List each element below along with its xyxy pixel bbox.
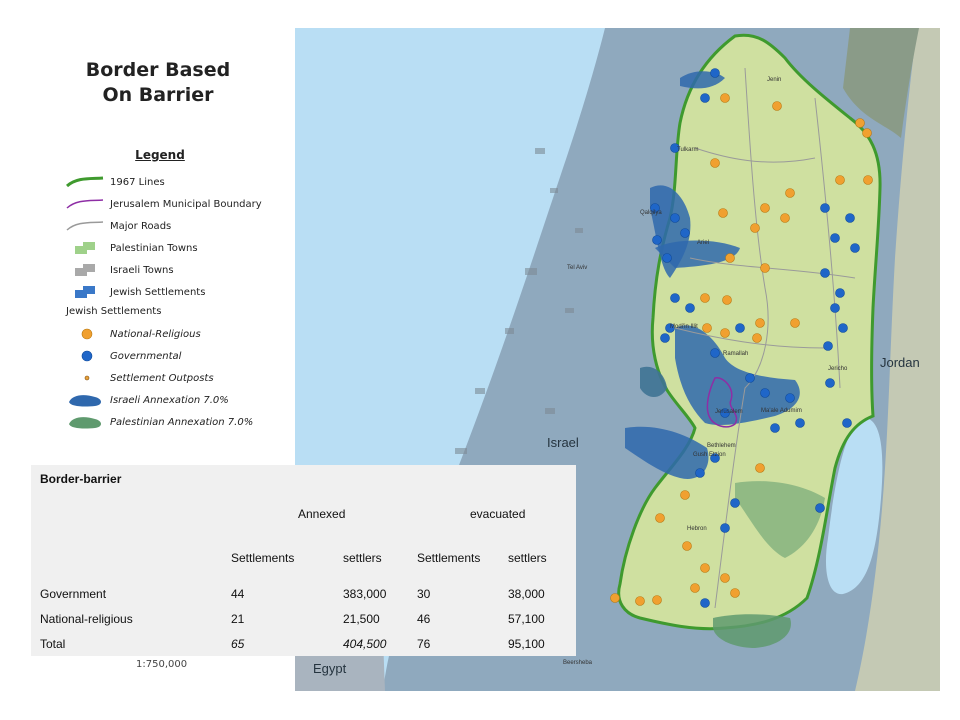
legend-item-israeli-towns: Israeli Towns bbox=[64, 262, 174, 278]
outpost-dot-icon bbox=[64, 370, 106, 386]
label-jenin: Jenin bbox=[767, 77, 781, 83]
table-cell: 38,000 bbox=[508, 587, 545, 601]
table-cell: 57,100 bbox=[508, 612, 545, 626]
label-tel-aviv: Tel Aviv bbox=[567, 265, 587, 271]
label-ramallah: Ramallah bbox=[723, 351, 748, 357]
palestinian-towns-swatch bbox=[64, 240, 106, 256]
table-cell: 95,100 bbox=[508, 637, 545, 651]
label-beersheba: Beersheba bbox=[563, 660, 593, 666]
green-line-swatch bbox=[64, 174, 106, 190]
palestinian-annexation-swatch bbox=[64, 414, 106, 430]
border-barrier-table: Border-barrier Annexed evacuated Settlem… bbox=[31, 465, 576, 656]
table-cell: 44 bbox=[231, 587, 245, 601]
israeli-towns-swatch bbox=[64, 262, 106, 278]
legend-item-palestinian-annexation: Palestinian Annexation 7.0% bbox=[64, 414, 253, 430]
legend-item-jerusalem-boundary: Jerusalem Municipal Boundary bbox=[64, 196, 262, 212]
legend-label: Jerusalem Municipal Boundary bbox=[110, 198, 262, 210]
legend-item-jewish-settlements: Jewish Settlements bbox=[64, 284, 205, 300]
legend-item-1967-lines: 1967 Lines bbox=[64, 174, 165, 190]
legend-item-outposts: Settlement Outposts bbox=[64, 370, 214, 386]
legend-item-israeli-annexation: Israeli Annexation 7.0% bbox=[64, 392, 229, 408]
legend-subheading: Jewish Settlements bbox=[66, 306, 162, 317]
label-qalqilya: Qalqilya bbox=[640, 210, 662, 216]
table-col-header: settlers bbox=[508, 551, 547, 565]
label-israel: Israel bbox=[547, 435, 579, 450]
label-ariel: Ariel bbox=[697, 240, 709, 246]
table-row-label: Total bbox=[40, 637, 66, 651]
israeli-annexation-swatch bbox=[64, 392, 106, 408]
legend-item-major-roads: Major Roads bbox=[64, 218, 171, 234]
legend-heading: Legend bbox=[135, 148, 185, 162]
label-bethlehem: Bethlehem bbox=[707, 443, 736, 449]
label-gush-etzion: Gush Etzion bbox=[693, 452, 726, 458]
legend-label: Governmental bbox=[110, 350, 182, 362]
legend-label: National-Religious bbox=[110, 328, 201, 340]
legend-item-governmental: Governmental bbox=[64, 348, 181, 364]
legend-label: Settlement Outposts bbox=[110, 372, 214, 384]
label-egypt: Egypt bbox=[313, 661, 347, 676]
table-group-evacuated: evacuated bbox=[470, 507, 526, 521]
table-row-label: National-religious bbox=[40, 612, 133, 626]
label-hebron: Hebron bbox=[687, 526, 707, 532]
legend-label: Israeli Annexation 7.0% bbox=[110, 394, 229, 406]
label-jordan: Jordan bbox=[880, 355, 920, 370]
table-cell: 404,500 bbox=[343, 637, 387, 651]
label-jerusalem: Jerusalem bbox=[715, 409, 743, 415]
legend-item-palestinian-towns: Palestinian Towns bbox=[64, 240, 198, 256]
table-cell: 65 bbox=[231, 637, 245, 651]
jewish-settlements-swatch bbox=[64, 284, 106, 300]
legend-label: Major Roads bbox=[110, 220, 172, 232]
label-tulkarm: Tulkarm bbox=[677, 147, 698, 153]
label-modiin: Modi'in Illit bbox=[670, 324, 698, 330]
map-title: Border Based On Barrier bbox=[58, 58, 258, 108]
map-title-line1: Border Based bbox=[85, 59, 231, 81]
legend-label: 1967 Lines bbox=[110, 176, 165, 188]
label-jericho: Jericho bbox=[828, 366, 848, 372]
label-maale-adumim: Ma'ale Adumim bbox=[761, 408, 802, 414]
map-scale: 1:750,000 bbox=[136, 659, 188, 670]
table-row-label: Government bbox=[40, 587, 107, 601]
table-col-header: settlers bbox=[343, 551, 382, 565]
table-group-annexed: Annexed bbox=[298, 507, 346, 521]
table-col-header: Settlements bbox=[231, 551, 295, 565]
table-cell: 21,500 bbox=[343, 612, 380, 626]
table-title: Border-barrier bbox=[40, 472, 122, 486]
purple-line-swatch bbox=[64, 196, 106, 212]
legend-label: Palestinian Towns bbox=[110, 242, 198, 254]
road-line-swatch bbox=[64, 218, 106, 234]
legend-label: Israeli Towns bbox=[110, 264, 174, 276]
table-cell: 76 bbox=[417, 637, 431, 651]
legend-item-national-religious: National-Religious bbox=[64, 326, 201, 342]
table-cell: 21 bbox=[231, 612, 245, 626]
legend-label: Jewish Settlements bbox=[110, 286, 206, 298]
table-col-header: Settlements bbox=[417, 551, 481, 565]
table-cell: 46 bbox=[417, 612, 431, 626]
blue-dot-icon bbox=[64, 348, 106, 364]
table-cell: 383,000 bbox=[343, 587, 387, 601]
orange-dot-icon bbox=[64, 326, 106, 342]
legend-label: Palestinian Annexation 7.0% bbox=[110, 416, 254, 428]
table-cell: 30 bbox=[417, 587, 431, 601]
map-title-line2: On Barrier bbox=[102, 84, 214, 106]
